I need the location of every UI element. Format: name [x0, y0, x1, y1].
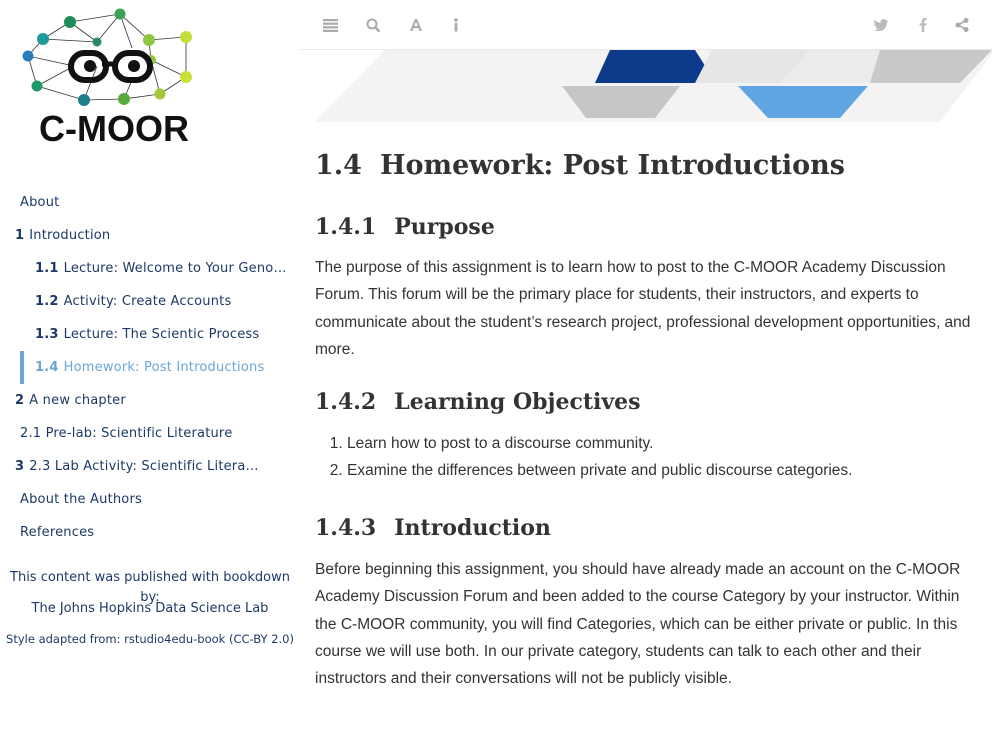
toc-item-post-introductions[interactable]: 1.4 Homework: Post Introductions [0, 351, 300, 384]
section-heading-purpose: 1.4.1 Purpose [315, 214, 495, 240]
introduction-paragraph: Before beginning this assignment, you sh… [315, 561, 961, 688]
search-icon[interactable] [363, 15, 383, 35]
data-science-lab-link[interactable]: The Johns Hopkins Data Science Lab [0, 599, 300, 619]
sidebar: C-MOOR About 1 Introduction 1.1 Lecture: W… [0, 0, 300, 744]
style-credit-link[interactable]: Style adapted from: rstudio4edu-book (CC… [0, 629, 300, 649]
toc-item-new-chapter[interactable]: 2A new chapter [0, 384, 300, 417]
section-heading-introduction: 1.4.3 Introduction [315, 515, 551, 542]
table-of-contents: About 1 Introduction 1.1 Lecture: Welcome … [0, 186, 300, 549]
toc-item-lecture-welcome[interactable]: 1.1 Lecture: Welcome to Your Genomic... [0, 252, 300, 285]
publication-info: This content was published with bookdown… [0, 568, 300, 649]
decorative-banner [314, 50, 992, 122]
toc-item-scientific-process[interactable]: 1.3 Lecture: The Scientic Process [0, 318, 300, 351]
info-icon[interactable] [446, 15, 466, 35]
toc-item-about-authors[interactable]: About the Authors [0, 483, 300, 516]
list-item: Examine the differences between private … [347, 457, 980, 484]
toc-item-prelab-literature[interactable]: 2.1 Pre-lab: Scientific Literature [0, 417, 300, 450]
section-heading-learning-objectives: 1.4.2 Learning Objectives [315, 389, 641, 416]
toc-item-lab-activity-literature[interactable]: 3 2.3 Lab Activity: Scientific Literature [0, 450, 300, 483]
purpose-paragraph: The purpose of this assignment is to lea… [315, 259, 971, 358]
twitter-icon[interactable] [871, 15, 891, 35]
toc-item-introduction[interactable]: 1 Introduction [0, 219, 300, 252]
main-content: 1.4 Homework: Post Introductions 1.4.1 Pur… [315, 140, 980, 693]
share-icon[interactable] [952, 15, 972, 35]
toc-item-create-accounts[interactable]: 1.2 Activity: Create Accounts [0, 285, 300, 318]
toc-toggle-icon[interactable] [320, 15, 340, 35]
objectives-list: Learn how to post to a discourse communi… [315, 430, 980, 484]
list-item: Learn how to post to a discourse communi… [347, 430, 980, 457]
published-with-text: This content was published with bookdown… [10, 570, 290, 605]
facebook-icon[interactable] [913, 15, 933, 35]
font-settings-icon[interactable] [406, 15, 426, 35]
page-title: 1.4 Homework: Post Introductions [315, 150, 845, 181]
book-toolbar [300, 0, 992, 50]
toc-item-references[interactable]: References [0, 516, 300, 549]
logo-text: C-MOOR [39, 108, 189, 149]
c-moor-logo: C-MOOR [22, 8, 192, 149]
toc-item-about[interactable]: About [0, 186, 300, 219]
